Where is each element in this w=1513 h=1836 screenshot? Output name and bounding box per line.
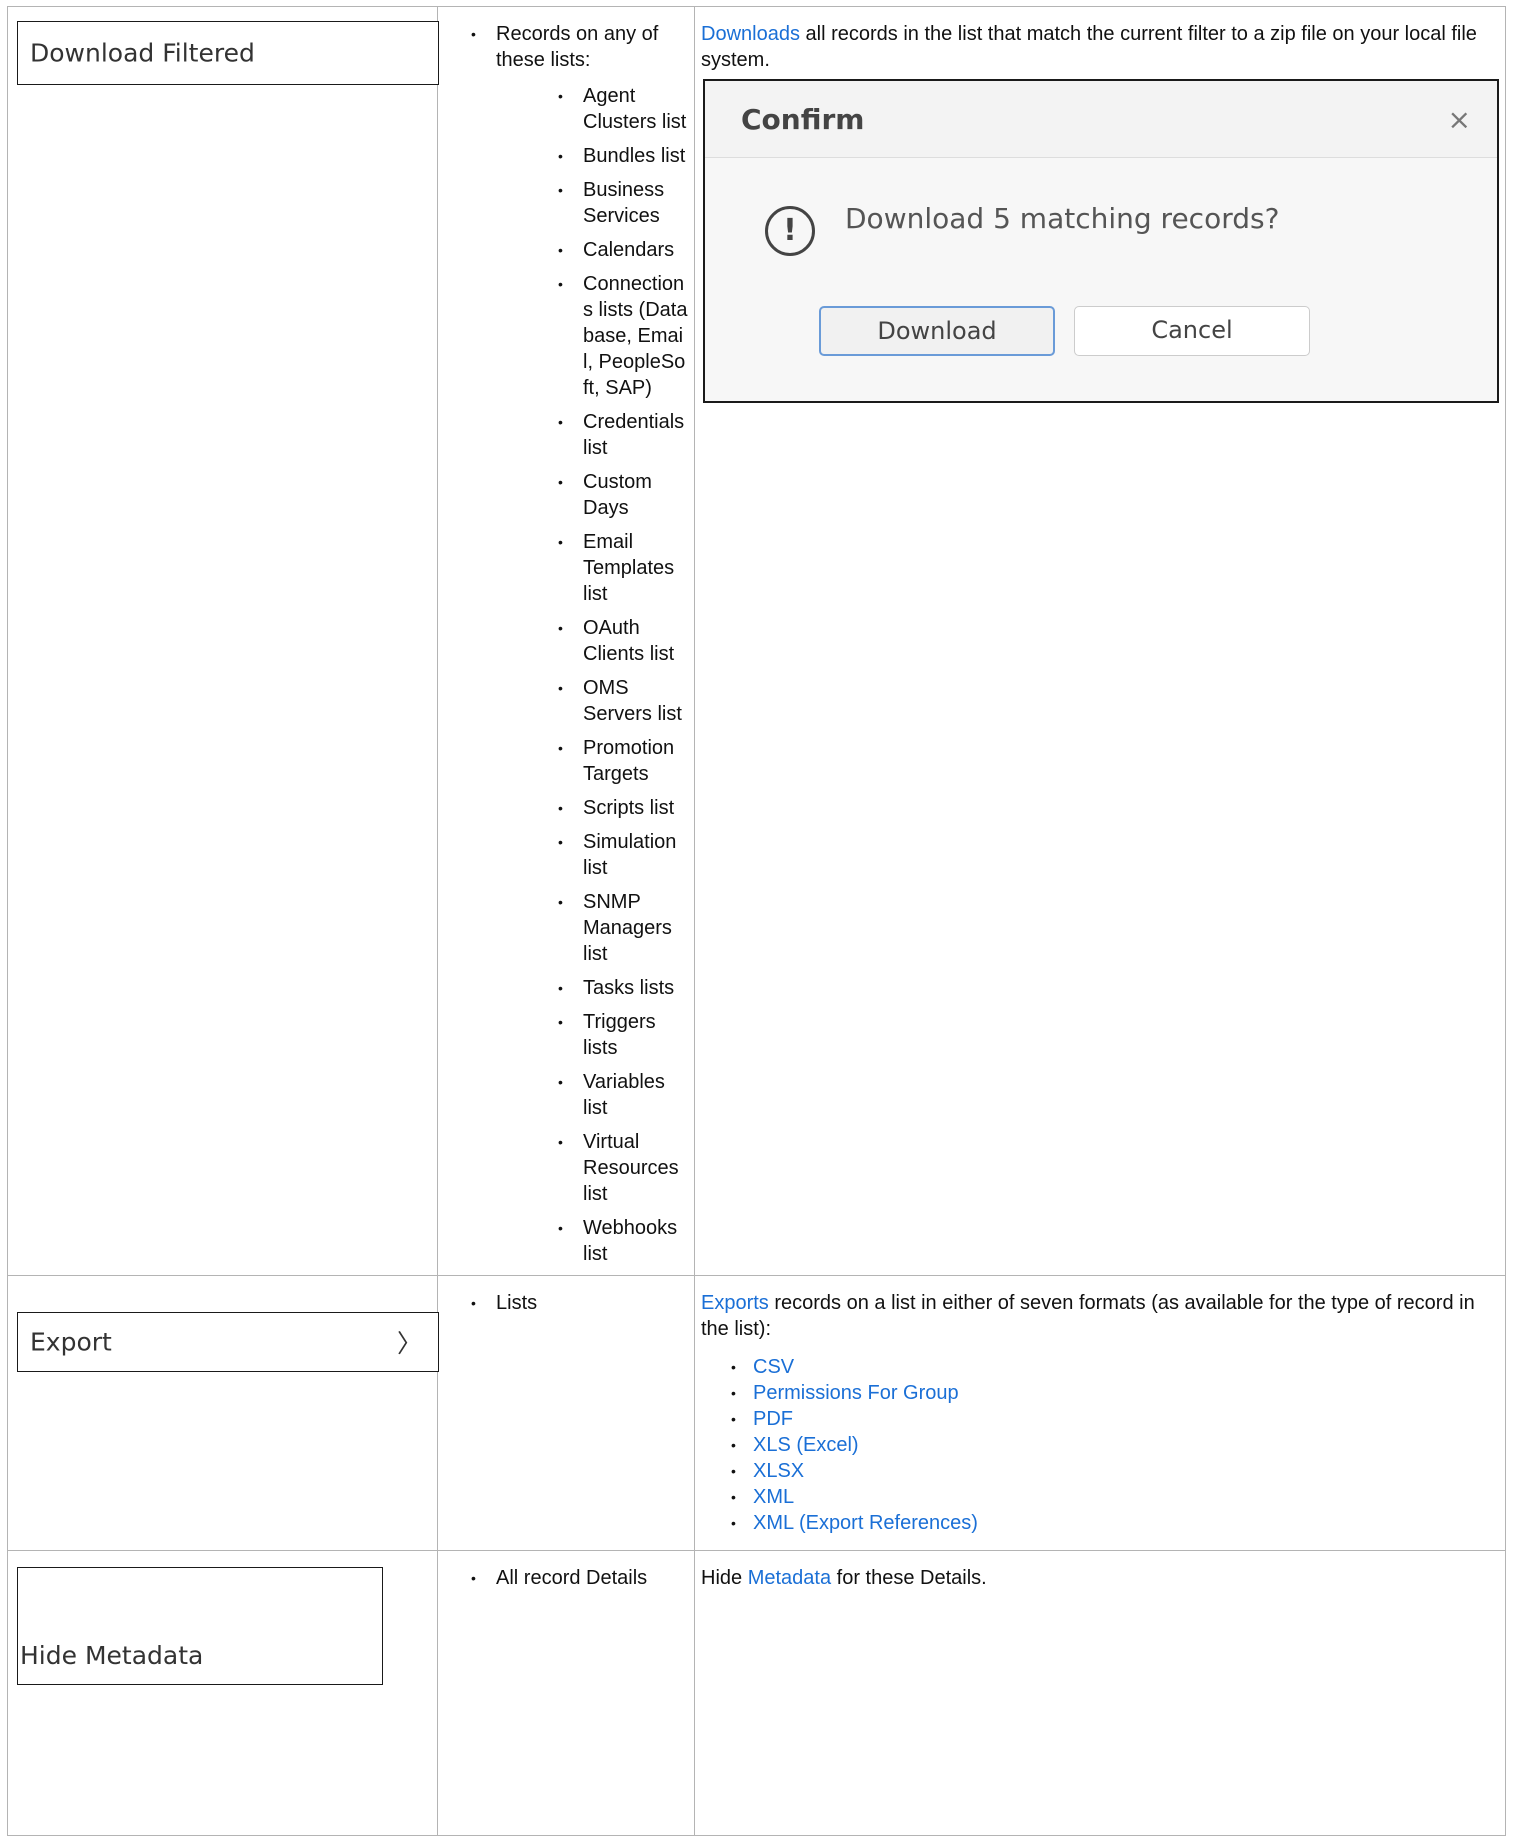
- applies-list: Agent Clusters list Bundles list Busines…: [438, 83, 694, 1267]
- format-link-csv[interactable]: CSV: [701, 1354, 1499, 1380]
- format-list: CSV Permissions For Group PDF XLS (Excel…: [701, 1354, 1499, 1536]
- list-item: Email Templates list: [438, 529, 694, 607]
- list-item: Bundles list: [438, 143, 694, 169]
- format-link-xml-export-references[interactable]: XML (Export References): [701, 1510, 1499, 1536]
- list-item: SNMP Managers list: [438, 889, 694, 967]
- list-item: Triggers lists: [438, 1009, 694, 1061]
- description-text: all records in the list that match the c…: [701, 23, 1477, 71]
- applies-intro: Records on any of these lists:: [438, 21, 694, 73]
- table-row-hide-metadata: Hide Metadata All record Details Hide Me…: [7, 1550, 1506, 1836]
- description-text: records on a list in either of seven for…: [701, 1292, 1475, 1340]
- list-item: Credentials list: [438, 409, 694, 461]
- hide-metadata-menu-item[interactable]: Hide Metadata: [17, 1567, 383, 1685]
- confirm-dialog: Confirm × ! Download 5 matching records?…: [703, 79, 1499, 403]
- table-row-export: Export 〉 Lists Exports records on a list…: [7, 1275, 1506, 1551]
- list-item: Variables list: [438, 1069, 694, 1121]
- list-item: Agent Clusters list: [438, 83, 694, 135]
- format-link-xml[interactable]: XML: [701, 1484, 1499, 1510]
- list-item: Connections lists (Database, Email, Peop…: [438, 271, 694, 401]
- cancel-button[interactable]: Cancel: [1074, 306, 1310, 356]
- menu-item-label: Export: [30, 1327, 112, 1357]
- dialog-header: Confirm ×: [705, 81, 1497, 158]
- downloads-link[interactable]: Downloads: [701, 23, 800, 45]
- exports-link[interactable]: Exports: [701, 1292, 769, 1314]
- applies-cell: All record Details: [437, 1550, 695, 1836]
- list-item: OAuth Clients list: [438, 615, 694, 667]
- dialog-title: Confirm: [741, 103, 865, 136]
- list-item: Virtual Resources list: [438, 1129, 694, 1207]
- menu-item-label: Hide Metadata: [20, 1641, 204, 1670]
- menu-cell: Export 〉: [7, 1275, 439, 1551]
- exclamation-icon: !: [765, 206, 815, 256]
- format-link-xls[interactable]: XLS (Excel): [701, 1432, 1499, 1458]
- list-item: Promotion Targets: [438, 735, 694, 787]
- list-item: Tasks lists: [438, 975, 694, 1001]
- dialog-message: Download 5 matching records?: [845, 202, 1280, 235]
- description-cell: Hide Metadata for these Details.: [694, 1550, 1506, 1836]
- close-icon[interactable]: ×: [1448, 103, 1471, 136]
- description: Exports records on a list in either of s…: [695, 1276, 1505, 1536]
- list-item: Calendars: [438, 237, 694, 263]
- list-item: Custom Days: [438, 469, 694, 521]
- table-row-download-filtered: Download Filtered Records on any of thes…: [7, 6, 1506, 1276]
- applies-cell: Records on any of these lists: Agent Clu…: [437, 6, 695, 1276]
- list-item: Business Services: [438, 177, 694, 229]
- description-cell: Exports records on a list in either of s…: [694, 1275, 1506, 1551]
- applies-item: Lists: [438, 1290, 694, 1316]
- chevron-right-icon: 〉: [396, 1329, 422, 1358]
- menu-item-label: Download Filtered: [30, 38, 255, 68]
- download-button[interactable]: Download: [819, 306, 1055, 356]
- list-item: OMS Servers list: [438, 675, 694, 727]
- download-filtered-menu-item[interactable]: Download Filtered: [17, 21, 439, 85]
- description-prefix: Hide: [701, 1567, 748, 1589]
- description-text: for these Details.: [831, 1567, 987, 1589]
- description-cell: Downloads all records in the list that m…: [694, 6, 1506, 1276]
- description: Hide Metadata for these Details.: [695, 1551, 1505, 1591]
- format-link-permissions[interactable]: Permissions For Group: [701, 1380, 1499, 1406]
- format-link-xlsx[interactable]: XLSX: [701, 1458, 1499, 1484]
- menu-cell: Hide Metadata: [7, 1550, 438, 1836]
- export-menu-item[interactable]: Export 〉: [17, 1312, 439, 1372]
- description: Downloads all records in the list that m…: [695, 7, 1505, 73]
- applies-item: All record Details: [438, 1565, 694, 1591]
- list-item: Webhooks list: [438, 1215, 694, 1267]
- menu-cell: Download Filtered: [7, 6, 439, 1276]
- dialog-body: ! Download 5 matching records? Download …: [705, 158, 1497, 401]
- list-item: Simulation list: [438, 829, 694, 881]
- applies-cell: Lists: [437, 1275, 695, 1551]
- list-item: Scripts list: [438, 795, 694, 821]
- actions-table: Download Filtered Records on any of thes…: [7, 6, 1506, 1836]
- metadata-link[interactable]: Metadata: [748, 1567, 831, 1589]
- format-link-pdf[interactable]: PDF: [701, 1406, 1499, 1432]
